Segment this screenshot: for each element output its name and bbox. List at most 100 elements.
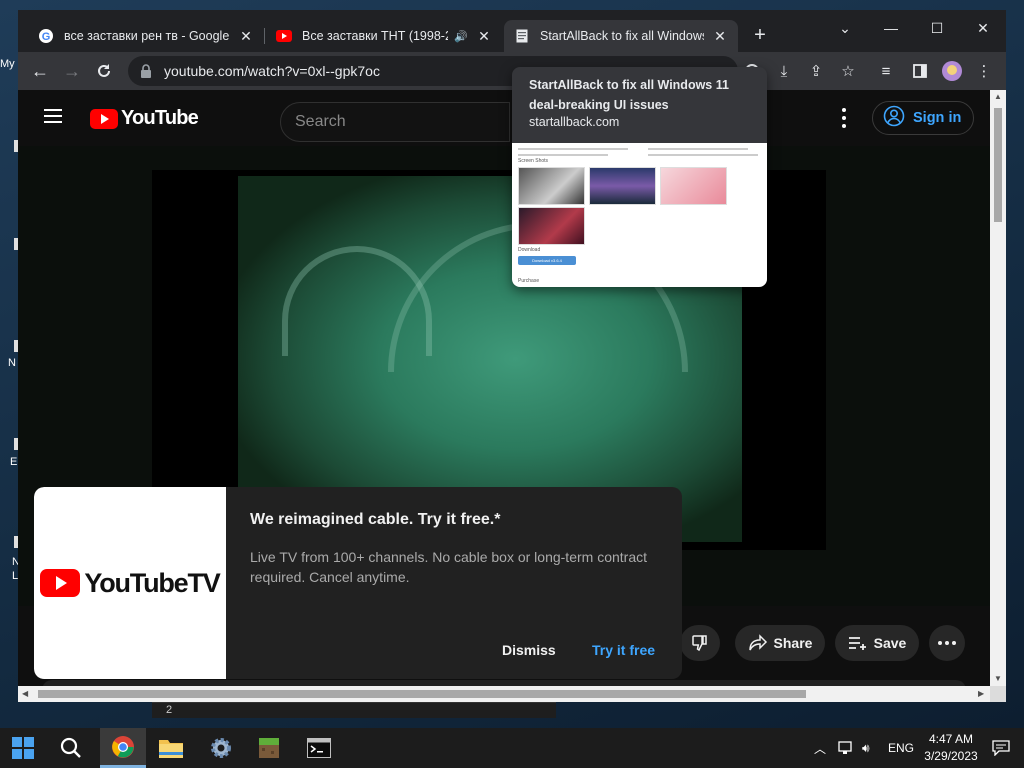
vertical-scrollbar[interactable]: ▲ ▼ [990,90,1006,686]
youtube-wordmark: YouTube [121,107,199,129]
search-placeholder: Search [295,113,346,130]
tab-title: все заставки рен тв - Google Se [64,29,230,43]
preview-label: Purchase [518,278,540,284]
terminal-icon[interactable] [296,728,342,768]
close-tab-icon[interactable]: ✕ [476,28,492,44]
settings-menu-icon[interactable] [840,106,848,130]
profile-avatar[interactable] [942,61,962,81]
preview-thumbnail [660,167,727,205]
side-panel-icon[interactable] [910,61,930,81]
share-label: Share [773,635,813,651]
share-button[interactable]: Share [735,625,825,661]
chrome-menu-icon[interactable]: ⋮ [974,61,994,81]
share-icon [748,634,767,651]
preview-download-button: Download v3.6.4 [518,256,576,265]
tab-separator [264,28,265,44]
youtube-icon [276,28,292,44]
settings-gear-icon[interactable] [198,728,244,768]
back-icon[interactable]: ← [28,59,52,83]
bookmark-star-icon[interactable]: ☆ [838,61,858,81]
media-controls-icon[interactable]: ≡ [876,61,896,81]
background-window-strip: 2 [152,702,556,718]
reload-icon[interactable] [92,59,116,83]
tab-startallback[interactable]: StartAllBack to fix all Windows 1 ✕ [504,20,738,52]
forward-icon[interactable]: → [60,59,84,83]
tab-google-search[interactable]: G все заставки рен тв - Google Se ✕ [28,20,264,52]
hover-card-domain: startallback.com [529,115,620,129]
maximize-button[interactable]: ☐ [914,14,960,42]
show-hidden-icons[interactable]: ︿ [814,728,826,768]
install-icon[interactable]: ⤓ [774,61,794,81]
scroll-right-arrow-icon[interactable]: ▶ [978,689,984,698]
youtube-tv-promo: YouTubeTV We reimagined cable. Try it fr… [34,487,682,679]
youtube-header: YouTube Search Sign in [18,90,990,146]
promo-description: Live TV from 100+ channels. No cable box… [250,549,647,585]
network-icon[interactable] [838,728,854,768]
youtube-logo[interactable]: YouTube [90,107,199,130]
page-icon [514,28,530,44]
preview-label: Screen Shots [518,158,549,164]
playlist-add-icon [848,637,866,650]
thumbs-down-icon [692,635,707,652]
close-window-button[interactable]: ✕ [960,14,1006,42]
scrollbar-thumb[interactable] [994,108,1002,222]
try-it-free-button[interactable]: Try it free [592,642,655,658]
new-tab-button[interactable]: + [750,25,770,46]
dismiss-button[interactable]: Dismiss [502,642,556,658]
sign-in-label: Sign in [913,110,962,126]
youtube-play-icon [40,569,81,597]
chrome-taskbar-icon[interactable] [100,728,146,768]
notification-icon[interactable] [992,728,1010,768]
tab-title: StartAllBack to fix all Windows 1 [540,29,704,43]
search-icon[interactable] [48,728,94,768]
taskbar: ︿ 🔊︎ ENG 4:47 AM 3/29/2023 [0,728,1024,768]
menu-icon[interactable] [44,109,62,123]
save-label: Save [873,635,907,651]
speaker-icon[interactable]: 🔊 [454,30,468,43]
tab-title: Все заставки ТНТ (1998-202 [302,29,448,43]
tab-hover-card: StartAllBack to fix all Windows 11 deal-… [512,67,767,287]
search-input[interactable]: Search [280,102,510,142]
promo-brand: YouTubeTV [84,567,220,598]
dislike-button[interactable] [680,625,720,661]
share-page-icon[interactable]: ⇪ [806,61,826,81]
horizontal-scrollbar[interactable]: ◀ ▶ [18,686,990,702]
scroll-left-arrow-icon[interactable]: ◀ [22,689,28,698]
preview-thumbnail [518,167,585,205]
scroll-up-arrow-icon[interactable]: ▲ [994,92,1002,101]
youtube-tv-logo: YouTubeTV [40,567,221,599]
promo-title: We reimagined cable. Try it free.* [250,511,501,528]
minimize-button[interactable]: — [868,14,914,42]
language-indicator[interactable]: ENG [888,728,914,768]
scrollbar-thumb[interactable] [38,690,806,698]
scroll-down-arrow-icon[interactable]: ▼ [994,674,1002,683]
start-button[interactable] [0,728,46,768]
preview-thumbnail [518,207,585,245]
page-content: YouTube Search Sign in Share Save YouTub… [18,90,990,686]
file-explorer-icon[interactable] [148,728,194,768]
promo-logo-panel: YouTubeTV [34,487,226,679]
tab-search-icon[interactable]: ⌄ [822,14,868,42]
scrollbar-corner [990,686,1006,702]
tab-youtube-video[interactable]: Все заставки ТНТ (1998-202 🔊 ✕ [266,20,502,52]
google-icon: G [38,28,54,44]
sign-in-button[interactable]: Sign in [872,101,974,135]
more-actions-icon[interactable] [929,625,965,661]
tab-strip: G все заставки рен тв - Google Se ✕ Все … [18,10,1006,52]
preview-label: Download [518,247,541,253]
windows-logo-icon [12,737,34,759]
chrome-window: G все заставки рен тв - Google Se ✕ Все … [18,10,1006,702]
save-button[interactable]: Save [835,625,919,661]
lock-icon[interactable] [140,64,154,78]
hover-card-title: StartAllBack to fix all Windows 11 deal-… [529,78,729,112]
minecraft-icon[interactable] [246,728,292,768]
volume-icon[interactable]: 🔊︎ [862,728,870,768]
close-tab-icon[interactable]: ✕ [712,28,728,44]
desktop-icon-label[interactable]: My [0,58,18,70]
close-tab-icon[interactable]: ✕ [238,28,254,44]
clock[interactable]: 4:47 AM 3/29/2023 [914,731,988,765]
clock-date: 3/29/2023 [924,749,978,763]
account-circle-icon [883,105,905,131]
preview-thumbnail [589,167,656,205]
hover-card-preview: Screen Shots Download Download v3.6.4 Pu… [512,143,767,287]
